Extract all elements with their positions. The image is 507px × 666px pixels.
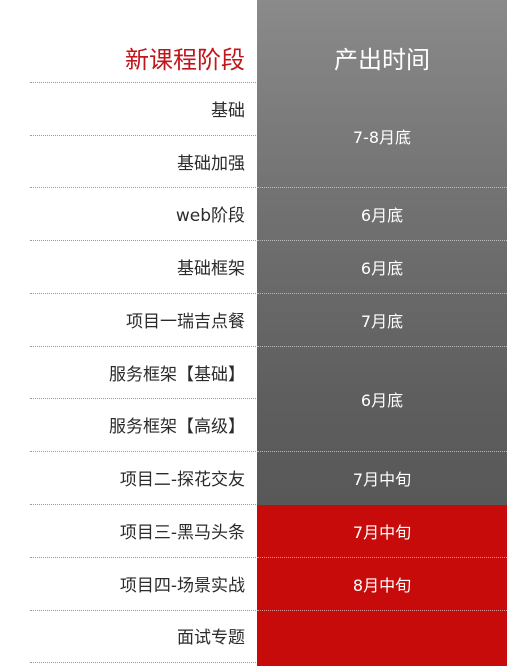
stage-cell: 基础 bbox=[211, 101, 245, 121]
stage-cell: 面试专题 bbox=[177, 628, 245, 648]
stage-cell: 服务框架【基础】 bbox=[109, 365, 245, 385]
row-divider bbox=[30, 504, 256, 505]
row-divider bbox=[257, 240, 507, 241]
row-divider bbox=[30, 187, 256, 188]
stage-cell: 基础框架 bbox=[177, 259, 245, 279]
stage-cell: web阶段 bbox=[175, 206, 245, 226]
stage-cell: 基础加强 bbox=[177, 154, 245, 174]
row-divider bbox=[257, 610, 507, 611]
stage-cell: 项目四-场景实战 bbox=[119, 576, 245, 596]
stage-cell: 项目三-黑马头条 bbox=[119, 523, 245, 543]
time-cell: 7月底 bbox=[360, 312, 404, 331]
row-divider bbox=[30, 557, 256, 558]
time-header: 产出时间 bbox=[334, 46, 430, 74]
time-cell: 6月底 bbox=[360, 391, 404, 410]
row-divider bbox=[257, 451, 507, 452]
time-cell: 7月中旬 bbox=[352, 470, 412, 489]
row-divider bbox=[257, 557, 507, 558]
row-divider bbox=[30, 398, 256, 399]
time-cell: 6月底 bbox=[360, 206, 404, 225]
time-cell: 8月中旬 bbox=[352, 576, 412, 595]
time-cell: 6月底 bbox=[360, 259, 404, 278]
row-divider bbox=[257, 293, 507, 294]
time-cell: 7月中旬 bbox=[352, 523, 412, 542]
time-cell: 7-8月底 bbox=[352, 128, 412, 147]
row-divider bbox=[30, 240, 256, 241]
row-divider bbox=[30, 293, 256, 294]
row-divider bbox=[30, 82, 256, 83]
stage-header: 新课程阶段 bbox=[125, 46, 245, 74]
stage-cell: 项目一瑞吉点餐 bbox=[126, 312, 245, 332]
row-divider bbox=[30, 135, 256, 136]
row-divider bbox=[30, 346, 256, 347]
row-divider bbox=[30, 662, 256, 663]
row-divider bbox=[30, 451, 256, 452]
row-divider bbox=[257, 346, 507, 347]
stage-cell: 服务框架【高级】 bbox=[109, 417, 245, 437]
row-divider bbox=[257, 187, 507, 188]
stage-cell: 项目二-探花交友 bbox=[119, 470, 245, 490]
course-schedule-table: 新课程阶段 产出时间 基础 基础加强 web阶段 基础框架 项目一瑞吉点餐 服务… bbox=[0, 0, 507, 666]
row-divider bbox=[30, 610, 256, 611]
